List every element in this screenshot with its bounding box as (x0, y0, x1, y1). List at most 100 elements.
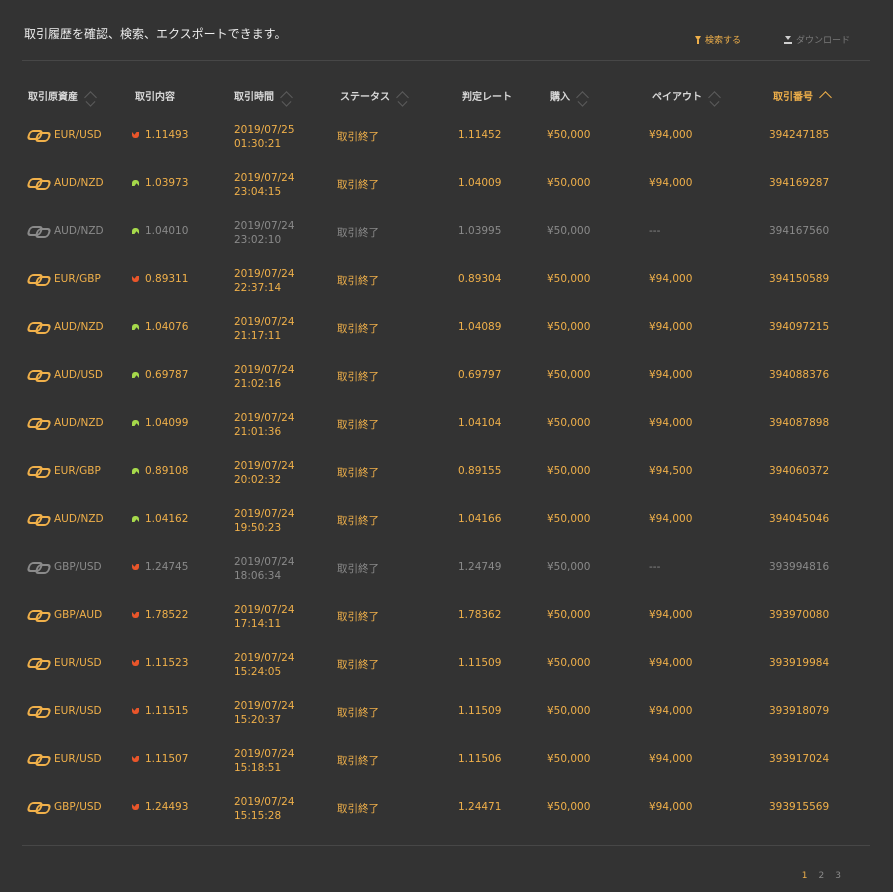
purchase-cell: ¥50,000 (547, 273, 591, 285)
asset-cell: GBP/AUD (28, 609, 102, 621)
content-cell: 1.04010 (132, 225, 188, 237)
table-row[interactable]: AUD/NZD 1.03973 2019/07/24 23:04:15 取引終了 1.04… (22, 160, 870, 208)
strike-rate: 1.24745 (145, 561, 189, 573)
status-cell: 取引終了 (337, 227, 379, 239)
link-icon (28, 177, 48, 189)
table-row[interactable]: EUR/USD 1.11507 2019/07/24 15:18:51 取引終了 1.11… (22, 736, 870, 784)
content-cell: 1.78522 (132, 609, 188, 621)
strike-rate: 1.24493 (145, 801, 189, 813)
trade-date: 2019/07/24 (234, 796, 295, 808)
trade-date: 2019/07/24 (234, 700, 295, 712)
table-row[interactable]: AUD/NZD 1.04076 2019/07/24 21:17:11 取引終了 1.04… (22, 304, 870, 352)
trade-date: 2019/07/24 (234, 172, 295, 184)
strike-rate: 0.89311 (145, 273, 189, 285)
status-cell: 取引終了 (337, 803, 379, 815)
asset-label: EUR/USD (54, 657, 102, 669)
column-header-buy[interactable]: 購入 (550, 88, 589, 104)
asset-cell: AUD/NZD (28, 417, 104, 429)
payout-cell: ¥94,000 (649, 273, 693, 285)
sort-icon (396, 91, 409, 104)
table-row[interactable]: AUD/NZD 1.04010 2019/07/24 23:02:10 取引終了 1.03… (22, 208, 870, 256)
download-icon (784, 35, 792, 44)
purchase-cell: ¥50,000 (547, 705, 591, 717)
trade-id-cell: 393917024 (769, 753, 830, 765)
judgment-rate-cell: 0.69797 (458, 369, 502, 381)
link-icon (28, 801, 48, 813)
table-row[interactable]: GBP/USD 1.24745 2019/07/24 18:06:34 取引終了 1.24… (22, 544, 870, 592)
purchase-cell: ¥50,000 (547, 321, 591, 333)
asset-label: EUR/GBP (54, 273, 101, 285)
asset-label: GBP/USD (54, 801, 102, 813)
trade-time: 21:02:16 (234, 378, 282, 390)
table-row[interactable]: EUR/GBP 0.89311 2019/07/24 22:37:14 取引終了 0.89… (22, 256, 870, 304)
table-row[interactable]: EUR/USD 1.11523 2019/07/24 15:24:05 取引終了 1.11… (22, 640, 870, 688)
trade-date: 2019/07/24 (234, 604, 295, 616)
sort-icon (708, 91, 721, 104)
table-row[interactable]: GBP/USD 1.24493 2019/07/24 15:15:28 取引終了 1.24… (22, 784, 870, 832)
download-button[interactable]: ダウンロード (784, 33, 850, 46)
purchase-cell: ¥50,000 (547, 513, 591, 525)
judgment-rate-cell: 1.24749 (458, 561, 502, 573)
link-icon (28, 465, 48, 477)
judgment-rate-cell: 1.11509 (458, 705, 502, 717)
column-header-time[interactable]: 取引時間 (234, 88, 293, 104)
status-cell: 取引終了 (337, 515, 379, 527)
trade-id-cell: 394247185 (769, 129, 830, 141)
asset-cell: AUD/NZD (28, 225, 104, 237)
column-header-payout[interactable]: ペイアウト (652, 88, 721, 104)
table-row[interactable]: AUD/NZD 1.04099 2019/07/24 21:01:36 取引終了 1.04… (22, 400, 870, 448)
purchase-cell: ¥50,000 (547, 225, 591, 237)
trade-time: 22:37:14 (234, 282, 282, 294)
table-row[interactable]: AUD/USD 0.69787 2019/07/24 21:02:16 取引終了 0.69… (22, 352, 870, 400)
judgment-rate-cell: 1.78362 (458, 609, 502, 621)
column-header-rate: 判定レート (462, 92, 512, 103)
low-direction-icon (132, 612, 139, 618)
asset-label: AUD/NZD (54, 417, 104, 429)
payout-cell: ¥94,000 (649, 801, 693, 813)
page-link-3[interactable]: 3 (835, 871, 841, 881)
trade-time: 15:18:51 (234, 762, 282, 774)
link-icon (28, 705, 48, 717)
trade-id-cell: 394087898 (769, 417, 830, 429)
judgment-rate-cell: 1.04089 (458, 321, 502, 333)
purchase-cell: ¥50,000 (547, 129, 591, 141)
low-direction-icon (132, 276, 139, 282)
trade-date: 2019/07/24 (234, 508, 295, 520)
asset-label: AUD/NZD (54, 225, 104, 237)
column-header-asset[interactable]: 取引原資産 (28, 88, 97, 104)
status-cell: 取引終了 (337, 371, 379, 383)
purchase-cell: ¥50,000 (547, 753, 591, 765)
asset-label: EUR/GBP (54, 465, 101, 477)
judgment-rate-cell: 1.11452 (458, 129, 502, 141)
trade-id-cell: 394169287 (769, 177, 830, 189)
page-link-2[interactable]: 2 (819, 871, 825, 881)
strike-rate: 1.04162 (145, 513, 189, 525)
pagination: 1 23 (802, 871, 841, 881)
page-link-1[interactable]: 1 (802, 871, 808, 881)
time-cell: 2019/07/25 01:30:21 (234, 123, 295, 151)
strike-rate: 0.69787 (145, 369, 189, 381)
column-header-id[interactable]: 取引番号 (773, 88, 832, 104)
asset-cell: GBP/USD (28, 801, 102, 813)
trade-time: 17:14:11 (234, 618, 282, 630)
table-row[interactable]: EUR/USD 1.11515 2019/07/24 15:20:37 取引終了 1.11… (22, 688, 870, 736)
trade-date: 2019/07/24 (234, 412, 295, 424)
trade-time: 15:15:28 (234, 810, 282, 822)
payout-cell: ¥94,000 (649, 513, 693, 525)
table-row[interactable]: EUR/GBP 0.89108 2019/07/24 20:02:32 取引終了 0.89… (22, 448, 870, 496)
time-cell: 2019/07/24 15:24:05 (234, 651, 295, 679)
purchase-cell: ¥50,000 (547, 561, 591, 573)
table-row[interactable]: GBP/AUD 1.78522 2019/07/24 17:14:11 取引終了 1.78… (22, 592, 870, 640)
search-button[interactable]: 検索する (695, 33, 741, 46)
trade-time: 21:01:36 (234, 426, 282, 438)
asset-label: AUD/NZD (54, 177, 104, 189)
column-header-status[interactable]: ステータス (340, 88, 409, 104)
time-cell: 2019/07/24 21:01:36 (234, 411, 295, 439)
payout-cell: ¥94,500 (649, 465, 693, 477)
time-cell: 2019/07/24 23:02:10 (234, 219, 295, 247)
purchase-cell: ¥50,000 (547, 801, 591, 813)
status-cell: 取引終了 (337, 419, 379, 431)
table-row[interactable]: AUD/NZD 1.04162 2019/07/24 19:50:23 取引終了 1.04… (22, 496, 870, 544)
table-row[interactable]: EUR/USD 1.11493 2019/07/25 01:30:21 取引終了 1.11… (22, 112, 870, 160)
low-direction-icon (132, 804, 139, 810)
